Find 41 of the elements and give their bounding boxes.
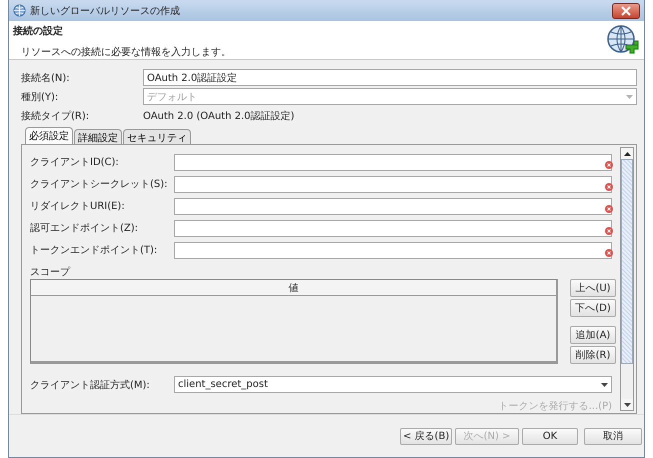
- connection-type-value: OAuth 2.0 (OAuth 2.0認証設定): [143, 110, 294, 123]
- type-dropdown: デフォルト: [143, 88, 637, 106]
- scope-button[interactable]: 削除(R): [570, 346, 616, 364]
- field-label: クライアント認証方式(M):: [30, 378, 151, 392]
- field-label: 種別(Y):: [21, 90, 60, 104]
- caret-down-icon: [600, 382, 608, 387]
- field-label: クライアントシークレット(S):: [30, 178, 169, 192]
- caret-down-icon: [626, 94, 632, 99]
- tab[interactable]: セキュリティ: [123, 129, 191, 144]
- header-description: リソースへの接続に必要な情報を入力します。: [20, 46, 232, 60]
- name-input-field[interactable]: OAuth 2.0認証設定: [143, 69, 637, 86]
- scope-button[interactable]: 下へ(D): [570, 299, 616, 318]
- scope-button[interactable]: 追加(A): [570, 326, 616, 344]
- caret-down-icon: [624, 402, 630, 407]
- header-title: 接続の設定: [13, 24, 64, 38]
- input-field[interactable]: [174, 242, 612, 259]
- scope-button[interactable]: 上へ(U): [570, 279, 616, 298]
- input-field[interactable]: [174, 198, 612, 215]
- dialog-button[interactable]: 取消: [584, 428, 642, 445]
- column-header: 値: [31, 280, 556, 296]
- input-field[interactable]: [174, 220, 612, 237]
- caret-up-icon: [624, 152, 630, 156]
- tab[interactable]: 詳細設定: [74, 129, 122, 144]
- field-label: 認可エンドポイント(Z):: [30, 222, 140, 236]
- window-title: 新しいグローバルリソースの作成: [30, 4, 181, 18]
- scrollbar[interactable]: [620, 147, 634, 412]
- field-label: トークンエンドポイント(T):: [30, 244, 158, 258]
- close-button[interactable]: [612, 2, 640, 19]
- dialog-button[interactable]: < 戻る(B): [400, 428, 452, 445]
- field-label: リダイレクトURI(E):: [30, 200, 126, 214]
- tab[interactable]: 必須設定: [25, 127, 73, 144]
- field-label: 接続タイプ(R):: [21, 110, 90, 123]
- field-label: 接続名(N):: [21, 72, 71, 85]
- close-icon: [621, 6, 631, 16]
- dialog-button[interactable]: OK: [522, 428, 578, 445]
- field-label: クライアントID(C):: [30, 156, 120, 170]
- input-field[interactable]: [174, 176, 612, 193]
- input-field[interactable]: [174, 154, 612, 171]
- globe-icon: [13, 4, 26, 18]
- scope-label: スコープ: [30, 266, 72, 280]
- auth-method-dropdown[interactable]: client_secret_post: [174, 376, 612, 394]
